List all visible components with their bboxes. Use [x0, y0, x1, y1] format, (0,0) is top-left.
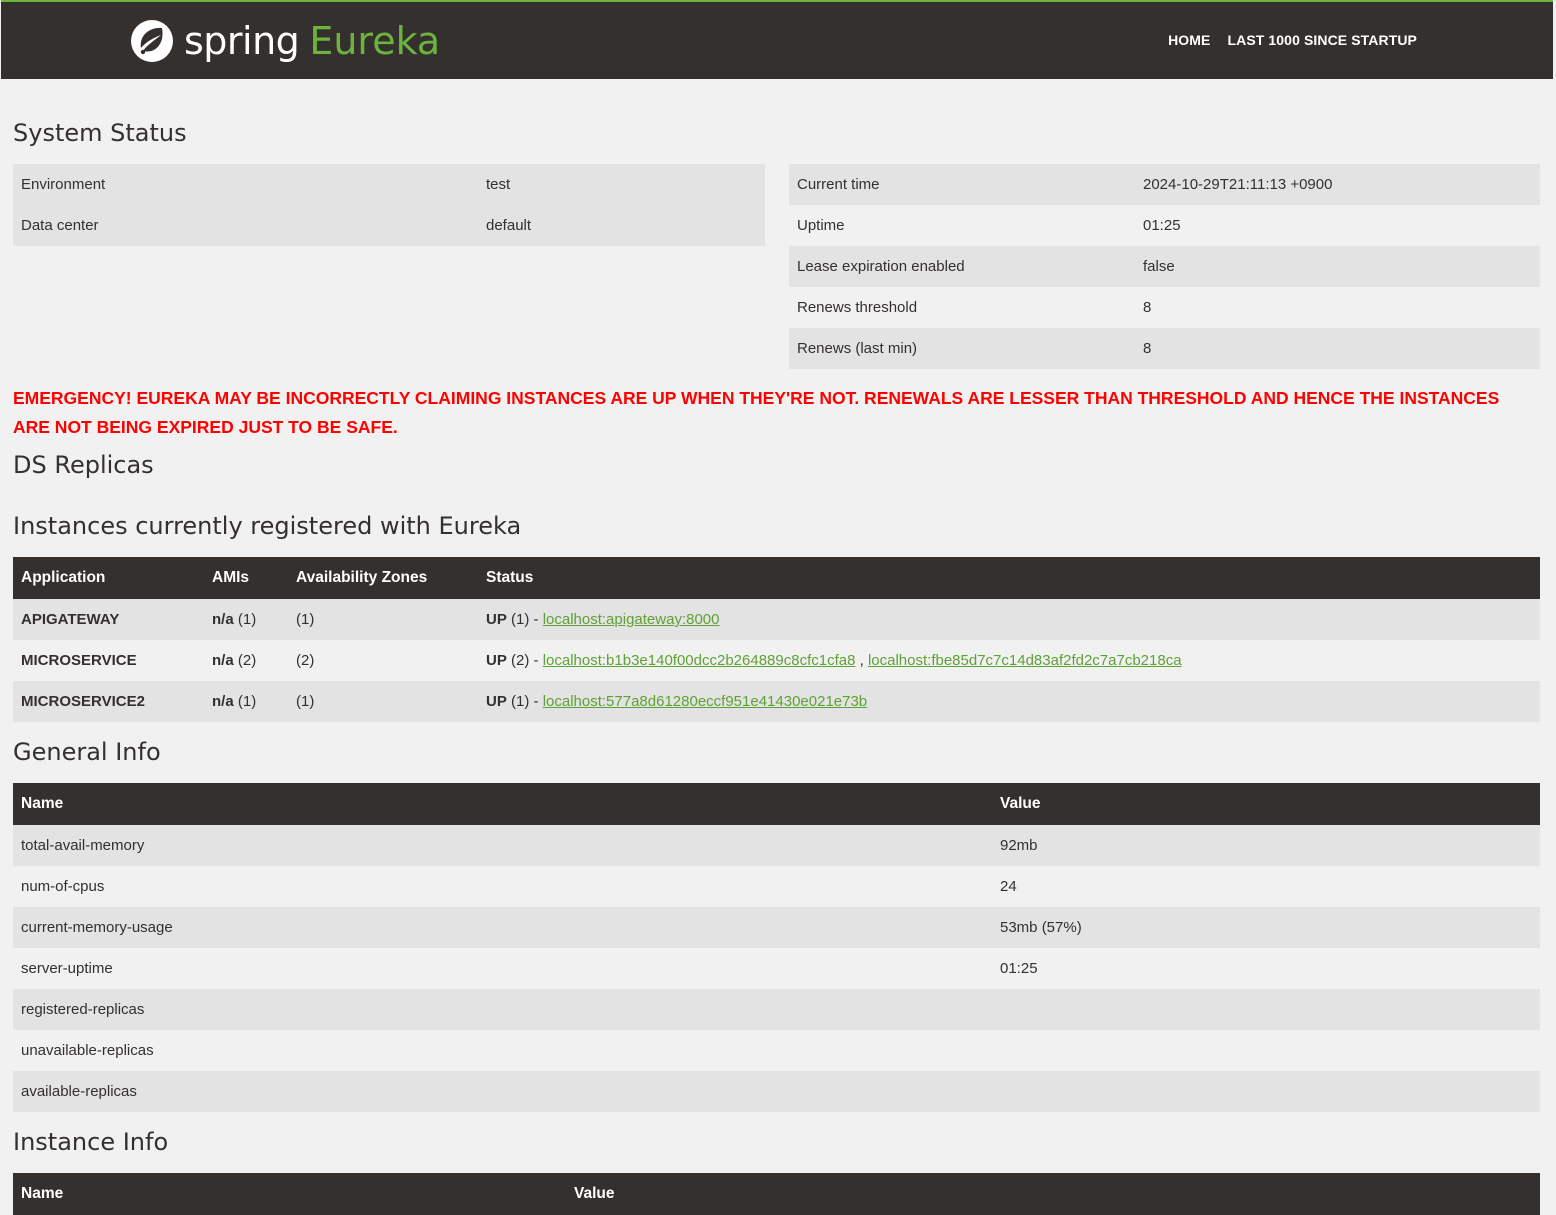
col-amis: AMIs	[204, 557, 288, 599]
general-info-table: Name Value total-avail-memory 92mb num-o…	[13, 783, 1540, 1112]
instance-info-table: Name Value	[13, 1173, 1540, 1215]
instance-info-heading: Instance Info	[13, 1128, 169, 1156]
info-name: registered-replicas	[13, 989, 992, 1030]
general-info-heading: General Info	[13, 738, 161, 766]
table-row: MICROSERVICE2 n/a (1) (1) UP (1) - local…	[13, 681, 1540, 722]
info-name: unavailable-replicas	[13, 1030, 992, 1071]
table-row: Current time 2024-10-29T21:11:13 +0900	[789, 164, 1540, 205]
info-value: 01:25	[992, 948, 1540, 989]
table-row: Data center default	[13, 205, 765, 246]
table-row: num-of-cpus 24	[13, 866, 1540, 907]
system-status-left-table: Environment test Data center default	[13, 164, 765, 246]
current-time-value: 2024-10-29T21:11:13 +0900	[1135, 164, 1540, 205]
brand-eureka-text: Eureka	[309, 19, 441, 63]
table-row: available-replicas	[13, 1071, 1540, 1112]
renews-last-min-label: Renews (last min)	[789, 328, 1135, 369]
renews-last-min-value: 8	[1135, 328, 1540, 369]
info-value: 24	[992, 866, 1540, 907]
instances-table: Application AMIs Availability Zones Stat…	[13, 557, 1540, 722]
instances-heading: Instances currently registered with Eure…	[13, 512, 522, 540]
lease-expiration-label: Lease expiration enabled	[789, 246, 1135, 287]
nav-home-link[interactable]: HOME	[1168, 32, 1210, 48]
table-row: Renews threshold 8	[789, 287, 1540, 328]
emergency-warning: EMERGENCY! EUREKA MAY BE INCORRECTLY CLA…	[13, 388, 1500, 437]
table-row: total-avail-memory 92mb	[13, 825, 1540, 866]
table-row: unavailable-replicas	[13, 1030, 1540, 1071]
top-navbar: spring Eureka HOME LAST 1000 SINCE START…	[1, 0, 1553, 79]
col-name: Name	[13, 783, 992, 825]
info-value: 53mb (57%)	[992, 907, 1540, 948]
ds-replicas-heading: DS Replicas	[13, 451, 154, 479]
col-status: Status	[478, 557, 1540, 599]
nav-last-1000-link[interactable]: LAST 1000 SINCE STARTUP	[1227, 32, 1417, 48]
uptime-value: 01:25	[1135, 205, 1540, 246]
col-value: Value	[992, 783, 1540, 825]
amis-cell: n/a (1)	[204, 599, 288, 640]
zones-cell: (2)	[288, 640, 478, 681]
col-availability-zones: Availability Zones	[288, 557, 478, 599]
info-name: server-uptime	[13, 948, 992, 989]
status-cell: UP (2) - localhost:b1b3e140f00dcc2b26488…	[478, 640, 1540, 681]
table-row: MICROSERVICE n/a (2) (2) UP (2) - localh…	[13, 640, 1540, 681]
table-row: Lease expiration enabled false	[789, 246, 1540, 287]
status-cell: UP (1) - localhost:577a8d61280eccf951e41…	[478, 681, 1540, 722]
app-name: MICROSERVICE2	[13, 681, 204, 722]
spring-leaf-icon	[131, 20, 173, 62]
amis-cell: n/a (2)	[204, 640, 288, 681]
lease-expiration-value: false	[1135, 246, 1540, 287]
instance-link[interactable]: localhost:577a8d61280eccf951e41430e021e7…	[543, 693, 867, 710]
nav-links: HOME LAST 1000 SINCE STARTUP	[1168, 32, 1417, 48]
data-center-value: default	[478, 205, 765, 246]
info-name: current-memory-usage	[13, 907, 992, 948]
amis-cell: n/a (1)	[204, 681, 288, 722]
app-name: MICROSERVICE	[13, 640, 204, 681]
uptime-label: Uptime	[789, 205, 1135, 246]
table-header-row: Name Value	[13, 783, 1540, 825]
spring-eureka-logo[interactable]: spring Eureka	[129, 17, 440, 65]
col-value: Value	[566, 1173, 1540, 1215]
table-row: current-memory-usage 53mb (57%)	[13, 907, 1540, 948]
table-row: Renews (last min) 8	[789, 328, 1540, 369]
renews-threshold-label: Renews threshold	[789, 287, 1135, 328]
renews-threshold-value: 8	[1135, 287, 1540, 328]
col-name: Name	[13, 1173, 566, 1215]
info-value	[992, 989, 1540, 1030]
environment-value: test	[478, 164, 765, 205]
info-name: total-avail-memory	[13, 825, 992, 866]
data-center-label: Data center	[13, 205, 478, 246]
table-row: registered-replicas	[13, 989, 1540, 1030]
zones-cell: (1)	[288, 599, 478, 640]
table-row: APIGATEWAY n/a (1) (1) UP (1) - localhos…	[13, 599, 1540, 640]
instance-link[interactable]: localhost:b1b3e140f00dcc2b264889c8cfc1cf…	[543, 652, 856, 669]
info-value	[992, 1071, 1540, 1112]
info-value	[992, 1030, 1540, 1071]
environment-label: Environment	[13, 164, 478, 205]
info-value: 92mb	[992, 825, 1540, 866]
system-status-right-table: Current time 2024-10-29T21:11:13 +0900 U…	[789, 164, 1540, 369]
table-header-row: Name Value	[13, 1173, 1540, 1215]
table-row: Environment test	[13, 164, 765, 205]
app-name: APIGATEWAY	[13, 599, 204, 640]
table-row: server-uptime 01:25	[13, 948, 1540, 989]
status-cell: UP (1) - localhost:apigateway:8000	[478, 599, 1540, 640]
zones-cell: (1)	[288, 681, 478, 722]
table-header-row: Application AMIs Availability Zones Stat…	[13, 557, 1540, 599]
system-status-heading: System Status	[13, 119, 187, 147]
instance-link[interactable]: localhost:fbe85d7c7c14d83af2fd2c7a7cb218…	[868, 652, 1182, 669]
table-row: Uptime 01:25	[789, 205, 1540, 246]
current-time-label: Current time	[789, 164, 1135, 205]
brand-spring-text: spring	[184, 19, 300, 63]
instance-link[interactable]: localhost:apigateway:8000	[543, 611, 720, 628]
info-name: num-of-cpus	[13, 866, 992, 907]
info-name: available-replicas	[13, 1071, 992, 1112]
col-application: Application	[13, 557, 204, 599]
